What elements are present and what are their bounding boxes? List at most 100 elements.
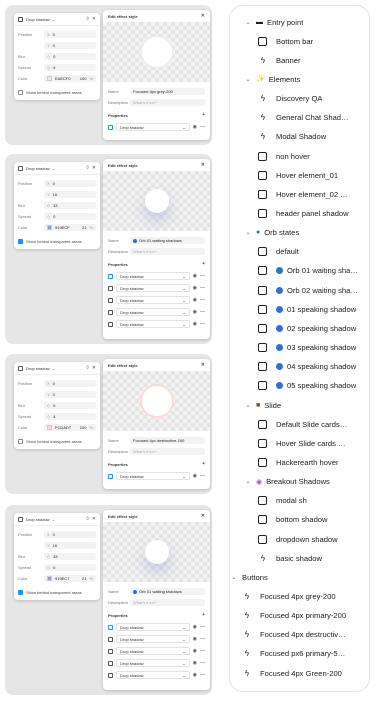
- style-name-input[interactable]: Focused 4px destructive-100: [130, 437, 205, 444]
- effect-type-icon[interactable]: [108, 473, 113, 479]
- minus-icon[interactable]: —: [200, 660, 205, 666]
- effect-type-dropdown[interactable]: Drop shadow ⌄: [116, 272, 190, 280]
- layer-item[interactable]: Orb 01 waiting shado...: [258, 262, 360, 280]
- color-swatch[interactable]: [47, 76, 52, 81]
- layer-item[interactable]: ϟ Focused 4px Green-200: [242, 664, 342, 682]
- show-behind-checkbox[interactable]: [18, 439, 23, 444]
- effect-type-dropdown[interactable]: Drop shadow ⌄: [116, 635, 190, 643]
- blur-field[interactable]: ◇ 0: [44, 402, 96, 409]
- drop-icon[interactable]: ◊: [86, 516, 88, 522]
- layer-item[interactable]: Orb 02 waiting shadow: [258, 281, 360, 299]
- show-behind-checkbox[interactable]: [18, 590, 23, 595]
- plus-icon[interactable]: +: [202, 113, 205, 118]
- effect-type-icon[interactable]: [108, 124, 113, 130]
- spread-field[interactable]: ◇ 0: [44, 213, 96, 220]
- effect-type-icon[interactable]: [108, 672, 113, 678]
- color-swatch[interactable]: [47, 225, 52, 230]
- close-icon[interactable]: ✕: [201, 162, 205, 168]
- position-y-field[interactable]: Y0: [44, 391, 96, 398]
- eye-icon[interactable]: ◉: [193, 321, 197, 327]
- layer-item[interactable]: ϟ Focused 4px grey-200: [242, 588, 336, 606]
- style-name-input[interactable]: Orb 01 waiting shadows: [130, 237, 205, 244]
- effect-type-icon[interactable]: [108, 297, 113, 303]
- layer-item[interactable]: 04 speaking shadow: [258, 358, 356, 376]
- layer-item[interactable]: ϟ Discovery QA: [258, 90, 323, 108]
- shadow-type-dropdown[interactable]: Drop shadow ⌄: [26, 166, 55, 171]
- eye-icon[interactable]: ◉: [193, 297, 197, 303]
- color-field[interactable]: FCDADT 100%: [44, 424, 96, 431]
- effect-type-dropdown[interactable]: Drop shadow ⌄: [116, 659, 190, 667]
- layer-item[interactable]: header panel shadow: [258, 205, 349, 223]
- effect-type-dropdown[interactable]: Drop shadow ⌄: [116, 472, 190, 480]
- close-icon[interactable]: ✕: [201, 362, 205, 368]
- layer-group[interactable]: ⌄ ■ Slide: [244, 396, 281, 414]
- eye-icon[interactable]: ◉: [193, 624, 197, 630]
- layer-item[interactable]: 02 speaking shadow: [258, 319, 356, 337]
- style-name-input[interactable]: Focused 4px grey-200: [130, 88, 205, 95]
- effect-type-dropdown[interactable]: Drop shadow ⌄: [116, 671, 190, 679]
- layer-item[interactable]: Default Slide cards shad...: [258, 415, 349, 433]
- close-icon[interactable]: ✕: [201, 513, 205, 519]
- layer-group[interactable]: ⌄ ● Orb states: [244, 224, 299, 242]
- style-name-input[interactable]: Orb 01 waiting shadows: [130, 588, 205, 595]
- description-input[interactable]: What's it for?: [130, 448, 205, 455]
- layer-item[interactable]: ϟ Modal Shadow: [258, 128, 326, 146]
- close-icon[interactable]: ✕: [92, 165, 96, 171]
- blur-field[interactable]: ◇ 33: [44, 553, 96, 560]
- minus-icon[interactable]: —: [200, 309, 205, 315]
- effect-type-dropdown[interactable]: Drop shadow ⌄: [116, 623, 190, 631]
- minus-icon[interactable]: —: [200, 473, 205, 479]
- minus-icon[interactable]: —: [200, 624, 205, 630]
- effect-type-dropdown[interactable]: Drop shadow ⌄: [116, 308, 190, 316]
- chevron-down-icon[interactable]: ⌄: [244, 19, 252, 26]
- minus-icon[interactable]: —: [200, 273, 205, 279]
- color-swatch[interactable]: [47, 425, 52, 430]
- close-icon[interactable]: ✕: [201, 13, 205, 19]
- effect-type-icon[interactable]: [108, 321, 113, 327]
- show-behind-checkbox[interactable]: [18, 239, 23, 244]
- eye-icon[interactable]: ◉: [193, 660, 197, 666]
- spread-field[interactable]: ◇ 0: [44, 564, 96, 571]
- effect-type-dropdown[interactable]: Drop shadow ⌄: [116, 284, 190, 292]
- effect-type-dropdown[interactable]: Drop shadow ⌄: [116, 320, 190, 328]
- plus-icon[interactable]: +: [202, 613, 205, 618]
- chevron-down-icon[interactable]: ⌄: [230, 574, 238, 581]
- layer-item[interactable]: ϟ General Chat Shadow: [258, 109, 349, 127]
- effect-type-dropdown[interactable]: Drop shadow ⌄: [116, 647, 190, 655]
- plus-icon[interactable]: +: [202, 462, 205, 467]
- layer-item[interactable]: Hackerearth hover: [258, 453, 338, 471]
- layer-item[interactable]: bottom shadow: [258, 511, 328, 529]
- shadow-type-dropdown[interactable]: Drop shadow ⌄: [26, 517, 55, 522]
- chevron-down-icon[interactable]: ⌄: [244, 478, 252, 485]
- eye-icon[interactable]: ◉: [193, 473, 197, 479]
- layer-item[interactable]: Hover Slide cards shadow: [258, 434, 349, 452]
- show-behind-checkbox[interactable]: [18, 90, 23, 95]
- close-icon[interactable]: ✕: [92, 16, 96, 22]
- layer-item[interactable]: ϟ Focused px6 primary-500-Sl...: [242, 645, 349, 663]
- shadow-type-dropdown[interactable]: Drop shadow ⌄: [26, 17, 55, 22]
- layer-item[interactable]: ϟ Focused 4px destructive-200: [242, 626, 349, 644]
- position-y-field[interactable]: Y 16: [44, 542, 96, 549]
- color-field[interactable]: EAECF0 100%: [44, 75, 96, 82]
- minus-icon[interactable]: —: [200, 285, 205, 291]
- description-input[interactable]: What's it for?: [130, 248, 205, 255]
- layer-item[interactable]: modal sh: [258, 492, 307, 510]
- minus-icon[interactable]: —: [200, 321, 205, 327]
- effect-type-icon[interactable]: [108, 648, 113, 654]
- layer-group[interactable]: ⌄ ✨ Elements: [244, 70, 300, 88]
- position-y-field[interactable]: Y 16: [44, 191, 96, 198]
- effect-type-icon[interactable]: [108, 624, 113, 630]
- effect-type-dropdown[interactable]: Drop shadow ⌄: [116, 123, 190, 131]
- layer-item[interactable]: 01 speaking shadow: [258, 300, 356, 318]
- minus-icon[interactable]: —: [200, 636, 205, 642]
- position-x-field[interactable]: X0: [44, 180, 96, 187]
- effect-type-icon[interactable]: [108, 285, 113, 291]
- position-x-field[interactable]: X0: [44, 380, 96, 387]
- close-icon[interactable]: ✕: [92, 365, 96, 371]
- blur-field[interactable]: ◇ 0: [44, 53, 96, 60]
- spread-field[interactable]: ◇ 4: [44, 64, 96, 71]
- blur-field[interactable]: ◇ 33: [44, 202, 96, 209]
- close-icon[interactable]: ✕: [92, 516, 96, 522]
- layer-item[interactable]: ϟ basic shadow: [258, 549, 322, 567]
- description-input[interactable]: What's it for?: [130, 599, 205, 606]
